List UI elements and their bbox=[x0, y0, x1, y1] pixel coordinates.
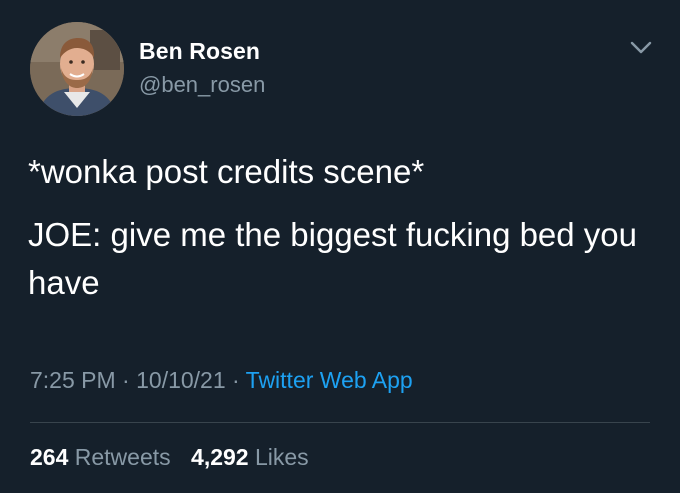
meta-separator: · bbox=[115, 367, 137, 393]
avatar-image bbox=[30, 22, 124, 116]
tweet-meta: 7:25 PM · 10/10/21 · Twitter Web App bbox=[30, 367, 413, 394]
retweets-label: Retweets bbox=[74, 444, 171, 470]
divider bbox=[30, 422, 650, 423]
tweet-card: Ben Rosen @ben_rosen *wonka post credits… bbox=[0, 0, 680, 493]
retweets-stat[interactable]: 264 Retweets bbox=[30, 444, 171, 471]
likes-stat[interactable]: 4,292 Likes bbox=[191, 444, 309, 471]
meta-separator: · bbox=[225, 367, 246, 393]
tweet-paragraph: JOE: give me the biggest fucking bed you… bbox=[28, 216, 638, 301]
likes-count: 4,292 bbox=[191, 444, 249, 470]
likes-label: Likes bbox=[254, 444, 309, 470]
tweet-time[interactable]: 7:25 PM bbox=[30, 367, 116, 393]
tweet-source-link[interactable]: Twitter Web App bbox=[246, 367, 413, 393]
chevron-down-icon[interactable] bbox=[628, 38, 654, 58]
author-name[interactable]: Ben Rosen bbox=[139, 38, 260, 65]
tweet-date[interactable]: 10/10/21 bbox=[136, 367, 226, 393]
author-handle[interactable]: @ben_rosen bbox=[139, 72, 265, 98]
tweet-stats: 264 Retweets 4,292 Likes bbox=[30, 444, 323, 471]
retweets-count: 264 bbox=[30, 444, 69, 470]
tweet-paragraph: *wonka post credits scene* bbox=[28, 153, 425, 190]
tweet-text: *wonka post credits scene* JOE: give me … bbox=[28, 148, 648, 322]
avatar[interactable] bbox=[30, 22, 124, 116]
